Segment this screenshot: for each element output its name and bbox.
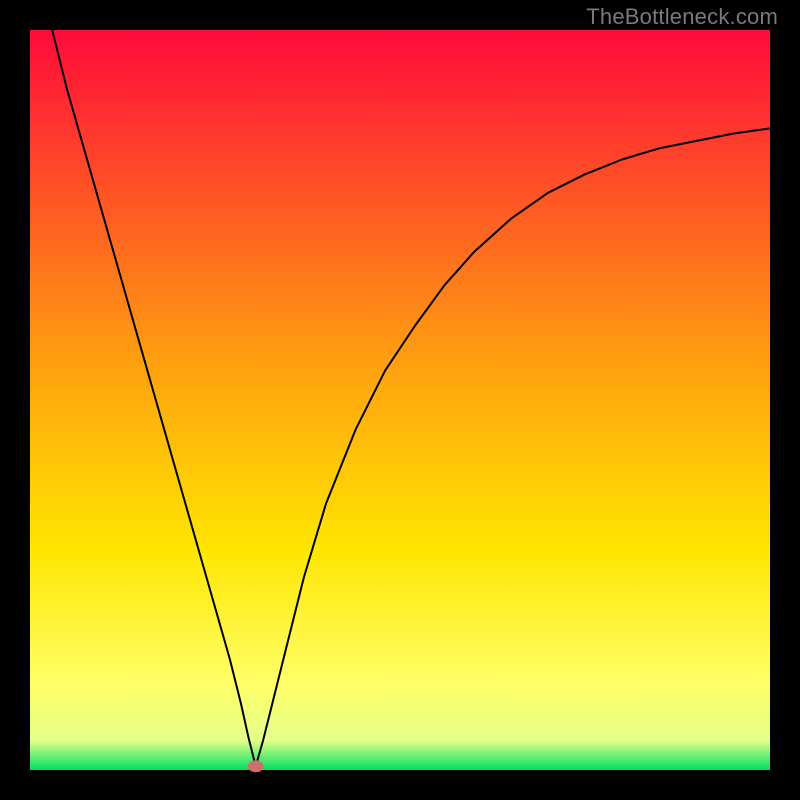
plot-background	[30, 30, 770, 770]
chart-frame: TheBottleneck.com	[0, 0, 800, 800]
watermark-text: TheBottleneck.com	[586, 4, 778, 30]
bottleneck-chart	[0, 0, 800, 800]
minimum-marker	[248, 760, 264, 772]
